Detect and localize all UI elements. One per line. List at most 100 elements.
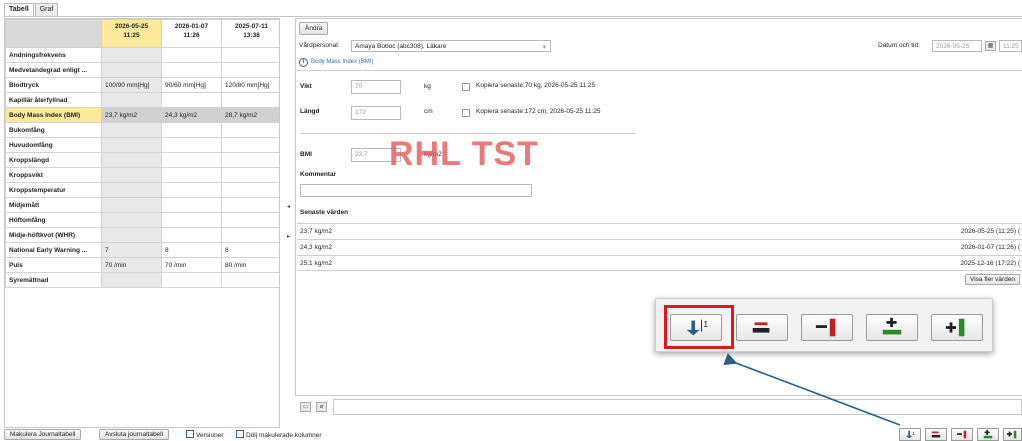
table-row[interactable]: Midje-höftkvot (WHR) (5, 227, 279, 243)
table-cell[interactable]: 24,3 kg/m2 (161, 107, 222, 123)
row-header[interactable]: Midje-höftkvot (WHR) (5, 227, 102, 243)
table-row[interactable]: Kapillär återfyllnad (5, 92, 279, 108)
row-header[interactable]: Body Mass Index (BMI) (5, 107, 102, 123)
table-cell[interactable]: 80 /min (221, 257, 279, 273)
sign-icon[interactable]: 1 (899, 428, 921, 441)
table-cell[interactable] (101, 197, 162, 213)
row-header[interactable]: Syremättnad (5, 272, 102, 288)
row-header[interactable]: Puls (5, 257, 102, 273)
add-column-icon[interactable] (931, 314, 983, 341)
table-cell[interactable] (221, 62, 279, 78)
table-cell[interactable]: 28,7 kg/m2 (221, 107, 279, 123)
add-row-icon[interactable] (866, 314, 918, 341)
table-cell[interactable] (101, 212, 162, 228)
panel-splitter[interactable] (284, 18, 292, 428)
cancel-table-button[interactable]: Makulera Journaltabell (4, 429, 82, 440)
table-cell[interactable] (161, 212, 222, 228)
add-row-icon[interactable] (977, 428, 999, 441)
table-cell[interactable] (101, 152, 162, 168)
table-cell[interactable]: 23,7 kg/m2 (101, 107, 162, 123)
close-table-button[interactable]: Avsluta journaltabell (99, 429, 170, 440)
table-cell[interactable] (101, 182, 162, 198)
row-header[interactable]: Huvudomfång (5, 137, 102, 153)
table-cell[interactable] (221, 137, 279, 153)
versions-checkbox[interactable]: Versioner (186, 430, 223, 439)
table-row[interactable]: Huvudomfång (5, 137, 279, 153)
hide-cancelled-checkbox-box[interactable] (236, 430, 244, 438)
table-cell[interactable] (161, 167, 222, 183)
table-row[interactable]: Puls 70 /min 70 /min 80 /min (5, 257, 279, 273)
table-cell[interactable]: 100/90 mm[Hg] (101, 77, 162, 93)
caregiver-select[interactable]: Amaya Boboc (abc308), Läkare ▾ (351, 40, 551, 52)
table-row[interactable]: Kroppslängd (5, 152, 279, 168)
table-row[interactable]: National Early Warning ... 7 8 8 (5, 242, 279, 258)
versions-checkbox-box[interactable] (186, 430, 194, 438)
table-cell[interactable] (161, 272, 222, 288)
add-column-icon[interactable] (1003, 428, 1022, 441)
tab-graf[interactable]: Graf (34, 3, 59, 17)
table-cell[interactable] (161, 152, 222, 168)
table-cell[interactable] (161, 227, 222, 243)
row-header[interactable]: Kapillär återfyllnad (5, 92, 102, 108)
table-row[interactable]: Kroppstemperatur (5, 182, 279, 198)
table-cell[interactable]: 70 /min (161, 257, 222, 273)
remove-column-icon[interactable] (951, 428, 973, 441)
row-header[interactable]: Bukomfång (5, 122, 102, 138)
table-row[interactable]: Kroppsvikt (5, 167, 279, 183)
collapse-left-icon[interactable]: ◂ (287, 203, 290, 210)
show-more-button[interactable]: Visa fler värden (965, 274, 1021, 285)
table-cell[interactable] (221, 122, 279, 138)
row-header[interactable]: Blodtryck (5, 77, 102, 93)
note-input[interactable] (333, 399, 1022, 415)
hide-cancelled-checkbox[interactable]: Dölj makulerade kolumner (236, 430, 322, 439)
table-cell[interactable]: 8 (161, 242, 222, 258)
table-cell[interactable] (161, 137, 222, 153)
table-row[interactable]: Syremättnad (5, 272, 279, 288)
table-cell[interactable] (161, 47, 222, 63)
copy-weight-checkbox[interactable] (462, 83, 470, 91)
column-header[interactable]: 2026-01-07 11:26 (161, 19, 222, 48)
table-cell[interactable] (161, 182, 222, 198)
table-row[interactable]: Bukomfång (5, 122, 279, 138)
table-cell[interactable] (221, 92, 279, 108)
row-header[interactable]: National Early Warning ... (5, 242, 102, 258)
table-cell[interactable] (221, 212, 279, 228)
table-cell[interactable] (101, 47, 162, 63)
table-cell[interactable] (101, 122, 162, 138)
table-cell[interactable] (161, 122, 222, 138)
tab-tabell[interactable]: Tabell (4, 3, 34, 17)
table-cell[interactable] (221, 47, 279, 63)
attachment-icon[interactable]: ⌀ (316, 402, 327, 412)
table-cell[interactable]: 70 /min (101, 257, 162, 273)
table-cell[interactable] (221, 272, 279, 288)
table-row[interactable]: Medvetandegrad enligt ... (5, 62, 279, 78)
row-header[interactable]: Kroppstemperatur (5, 182, 102, 198)
table-cell[interactable] (101, 92, 162, 108)
table-row[interactable]: Höftomfång (5, 212, 279, 228)
remove-row-icon[interactable] (925, 428, 947, 441)
column-header[interactable]: 2025-07-11 13:38 (221, 19, 279, 48)
table-cell[interactable]: 120/80 mm[Hg] (221, 77, 279, 93)
table-cell[interactable] (101, 272, 162, 288)
table-cell[interactable] (101, 137, 162, 153)
height-input[interactable]: 172 (351, 106, 401, 120)
table-cell[interactable] (101, 227, 162, 243)
remove-column-icon[interactable] (801, 314, 853, 341)
row-header[interactable]: Midjemått (5, 197, 102, 213)
row-header[interactable]: Kroppslängd (5, 152, 102, 168)
row-header[interactable]: Kroppsvikt (5, 167, 102, 183)
table-row[interactable]: Andningsfrekvens (5, 47, 279, 63)
table-cell[interactable] (101, 62, 162, 78)
keyboard-icon[interactable]: ▭ (300, 402, 311, 412)
date-field[interactable]: 2026-05-25 (932, 40, 982, 52)
table-cell[interactable] (221, 197, 279, 213)
weight-input[interactable]: 70 (351, 80, 401, 94)
column-header[interactable]: 2026-05-25 11:25 (101, 19, 162, 48)
row-header[interactable]: Medvetandegrad enligt ... (5, 62, 102, 78)
table-cell[interactable] (221, 167, 279, 183)
table-cell[interactable] (161, 62, 222, 78)
table-cell[interactable] (101, 167, 162, 183)
remove-row-icon[interactable] (736, 314, 788, 341)
table-cell[interactable]: 8 (221, 242, 279, 258)
edit-button[interactable]: Ändra (299, 22, 329, 35)
